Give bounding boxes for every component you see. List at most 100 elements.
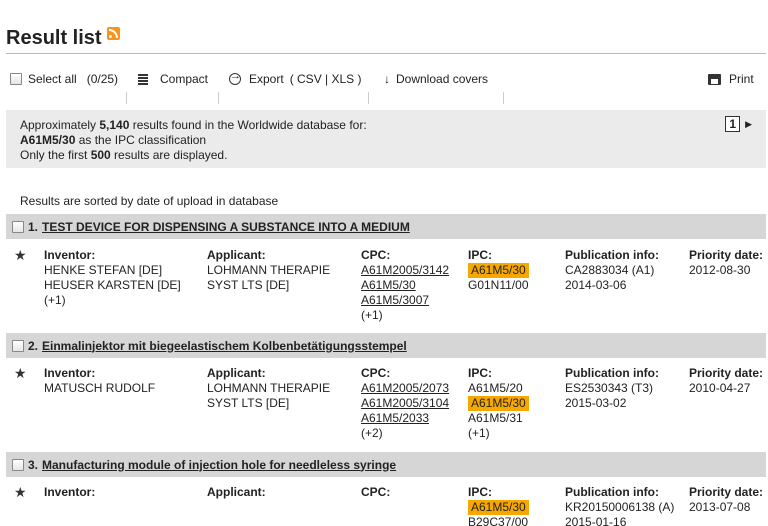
pagination: 1 ▶ <box>725 116 752 132</box>
list-compact-icon <box>138 73 148 85</box>
result-header: 1. TEST DEVICE FOR DISPENSING A SUBSTANC… <box>6 214 766 239</box>
select-all-control[interactable]: Select all (0/25) <box>10 72 118 86</box>
cpc-more[interactable]: (+1) <box>361 308 449 323</box>
cpc-link[interactable]: A61M2005/2073 <box>361 381 449 396</box>
priority-label: Priority date: <box>689 248 764 262</box>
publication-column: Publication info: CA2883034 (A1) 2014-03… <box>565 248 659 293</box>
publication-label: Publication info: <box>565 485 659 499</box>
ipc-column: IPC: A61M5/30 B29C37/00 <box>468 485 529 526</box>
result-number: 2. <box>28 338 39 353</box>
result-title-link[interactable]: Manufacturing module of injection hole f… <box>42 458 396 472</box>
priority-date: 2013-07-08 <box>689 500 751 514</box>
result-checkbox[interactable] <box>12 339 24 352</box>
toolbar-divider <box>126 92 127 104</box>
publication-date: 2015-01-16 <box>565 515 627 526</box>
search-summary: Approximately 5,140 results found in the… <box>6 110 766 168</box>
publication-number: KR20150006138 (A) <box>565 500 675 514</box>
applicant-column: Applicant: <box>207 485 266 500</box>
result-list-header: Result list <box>6 26 766 54</box>
toolbar-divider <box>503 92 504 104</box>
cpc-column: CPC: A61M2005/2073 A61M2005/3104 A61M5/2… <box>361 366 449 441</box>
inventor-more[interactable]: (+1) <box>44 293 181 308</box>
cpc-label: CPC: <box>361 248 391 262</box>
download-covers-label[interactable]: Download covers <box>396 72 488 86</box>
applicant-name: SYST LTS [DE] <box>207 396 290 410</box>
publication-number: ES2530343 (T3) <box>565 381 654 395</box>
result-title-link[interactable]: Einmalinjektor mit biegeelastischem Kolb… <box>42 339 407 353</box>
publication-label: Publication info: <box>565 248 659 262</box>
select-all-label[interactable]: Select all <box>28 72 77 86</box>
summary-line-1: Approximately 5,140 results found in the… <box>20 118 367 132</box>
cpc-link[interactable]: A61M5/2033 <box>361 411 449 426</box>
ipc-label: IPC: <box>468 248 492 262</box>
download-covers-button[interactable]: ↓ Download covers <box>384 72 488 86</box>
sort-info: Results are sorted by date of upload in … <box>20 194 279 208</box>
page-title: Result list <box>6 27 102 49</box>
priority-column: Priority date: 2012-08-30 <box>689 248 763 278</box>
cpc-label: CPC: <box>361 366 391 380</box>
priority-label: Priority date: <box>689 485 764 499</box>
result-title-link[interactable]: TEST DEVICE FOR DISPENSING A SUBSTANCE I… <box>42 220 410 234</box>
publication-date: 2014-03-06 <box>565 278 627 292</box>
ipc-more[interactable]: (+1) <box>468 426 529 441</box>
toolbar-divider <box>218 92 219 104</box>
cpc-more[interactable]: (+2) <box>361 426 449 441</box>
cpc-link[interactable]: A61M5/30 <box>361 278 449 293</box>
inventor-label: Inventor: <box>44 366 96 380</box>
cpc-link[interactable]: A61M2005/3104 <box>361 396 449 411</box>
result-number: 1. <box>28 219 39 234</box>
priority-column: Priority date: 2010-04-27 <box>689 366 763 396</box>
print-button[interactable]: Print <box>708 72 754 86</box>
star-icon[interactable]: ★ <box>14 366 27 381</box>
applicant-column: Applicant: LOHMANN THERAPIE SYST LTS [DE… <box>207 366 330 411</box>
next-page-icon[interactable]: ▶ <box>745 117 752 132</box>
result-checkbox[interactable] <box>12 220 24 233</box>
priority-column: Priority date: 2013-07-08 <box>689 485 763 515</box>
toolbar-divider <box>368 92 369 104</box>
publication-date: 2015-03-02 <box>565 396 627 410</box>
inventor-column: Inventor: HENKE STEFAN [DE] HEUSER KARST… <box>44 248 181 308</box>
result-limit: 500 <box>90 148 111 162</box>
applicant-label: Applicant: <box>207 485 266 499</box>
select-all-checkbox[interactable] <box>10 73 22 85</box>
publication-column: Publication info: KR20150006138 (A) 2015… <box>565 485 674 526</box>
compact-button[interactable]: Compact <box>138 72 208 86</box>
star-icon[interactable]: ★ <box>14 485 27 500</box>
cpc-link[interactable]: A61M2005/3142 <box>361 263 449 278</box>
select-count: (0/25) <box>86 72 119 86</box>
rss-feed-icon[interactable] <box>106 27 120 40</box>
inventor-name: MATUSCH RUDOLF <box>44 381 156 395</box>
inventor-label: Inventor: <box>44 485 96 499</box>
cpc-column: CPC: A61M2005/3142 A61M5/30 A61M5/3007 (… <box>361 248 449 323</box>
result-header: 2. Einmalinjektor mit biegeelastischem K… <box>6 333 766 358</box>
applicant-name: LOHMANN THERAPIE <box>207 263 331 277</box>
inventor-name: HENKE STEFAN [DE] <box>44 263 163 277</box>
ipc-code: A61M5/31 <box>468 411 523 425</box>
priority-date: 2012-08-30 <box>689 263 751 277</box>
compact-label[interactable]: Compact <box>160 72 208 86</box>
ipc-label: IPC: <box>468 366 492 380</box>
result-count: 5,140 <box>99 118 130 132</box>
ipc-code: B29C37/00 <box>468 515 529 526</box>
result-checkbox[interactable] <box>12 458 24 471</box>
cpc-link[interactable]: A61M5/3007 <box>361 293 449 308</box>
summary-line-2: A61M5/30 as the IPC classification <box>20 133 207 147</box>
star-icon[interactable]: ★ <box>14 248 27 263</box>
printer-icon <box>708 73 721 85</box>
inventor-label: Inventor: <box>44 248 96 262</box>
current-page: 1 <box>725 116 741 132</box>
ipc-code-highlighted: A61M5/30 <box>468 396 529 411</box>
summary-line-3: Only the first 500 results are displayed… <box>20 148 228 162</box>
cpc-column: CPC: <box>361 485 390 500</box>
export-label[interactable]: Export <box>249 72 284 86</box>
export-button[interactable]: Export ( CSV | XLS ) <box>229 70 362 86</box>
download-arrow-icon: ↓ <box>384 72 390 86</box>
print-label[interactable]: Print <box>729 72 754 86</box>
ipc-code: A61M5/20 <box>468 381 523 395</box>
ipc-column: IPC: A61M5/30 G01N11/00 <box>468 248 529 293</box>
query-code: A61M5/30 <box>20 133 76 147</box>
inventor-column: Inventor: <box>44 485 95 500</box>
export-formats[interactable]: ( CSV | XLS ) <box>290 72 362 86</box>
ipc-label: IPC: <box>468 485 492 499</box>
priority-date: 2010-04-27 <box>689 381 751 395</box>
